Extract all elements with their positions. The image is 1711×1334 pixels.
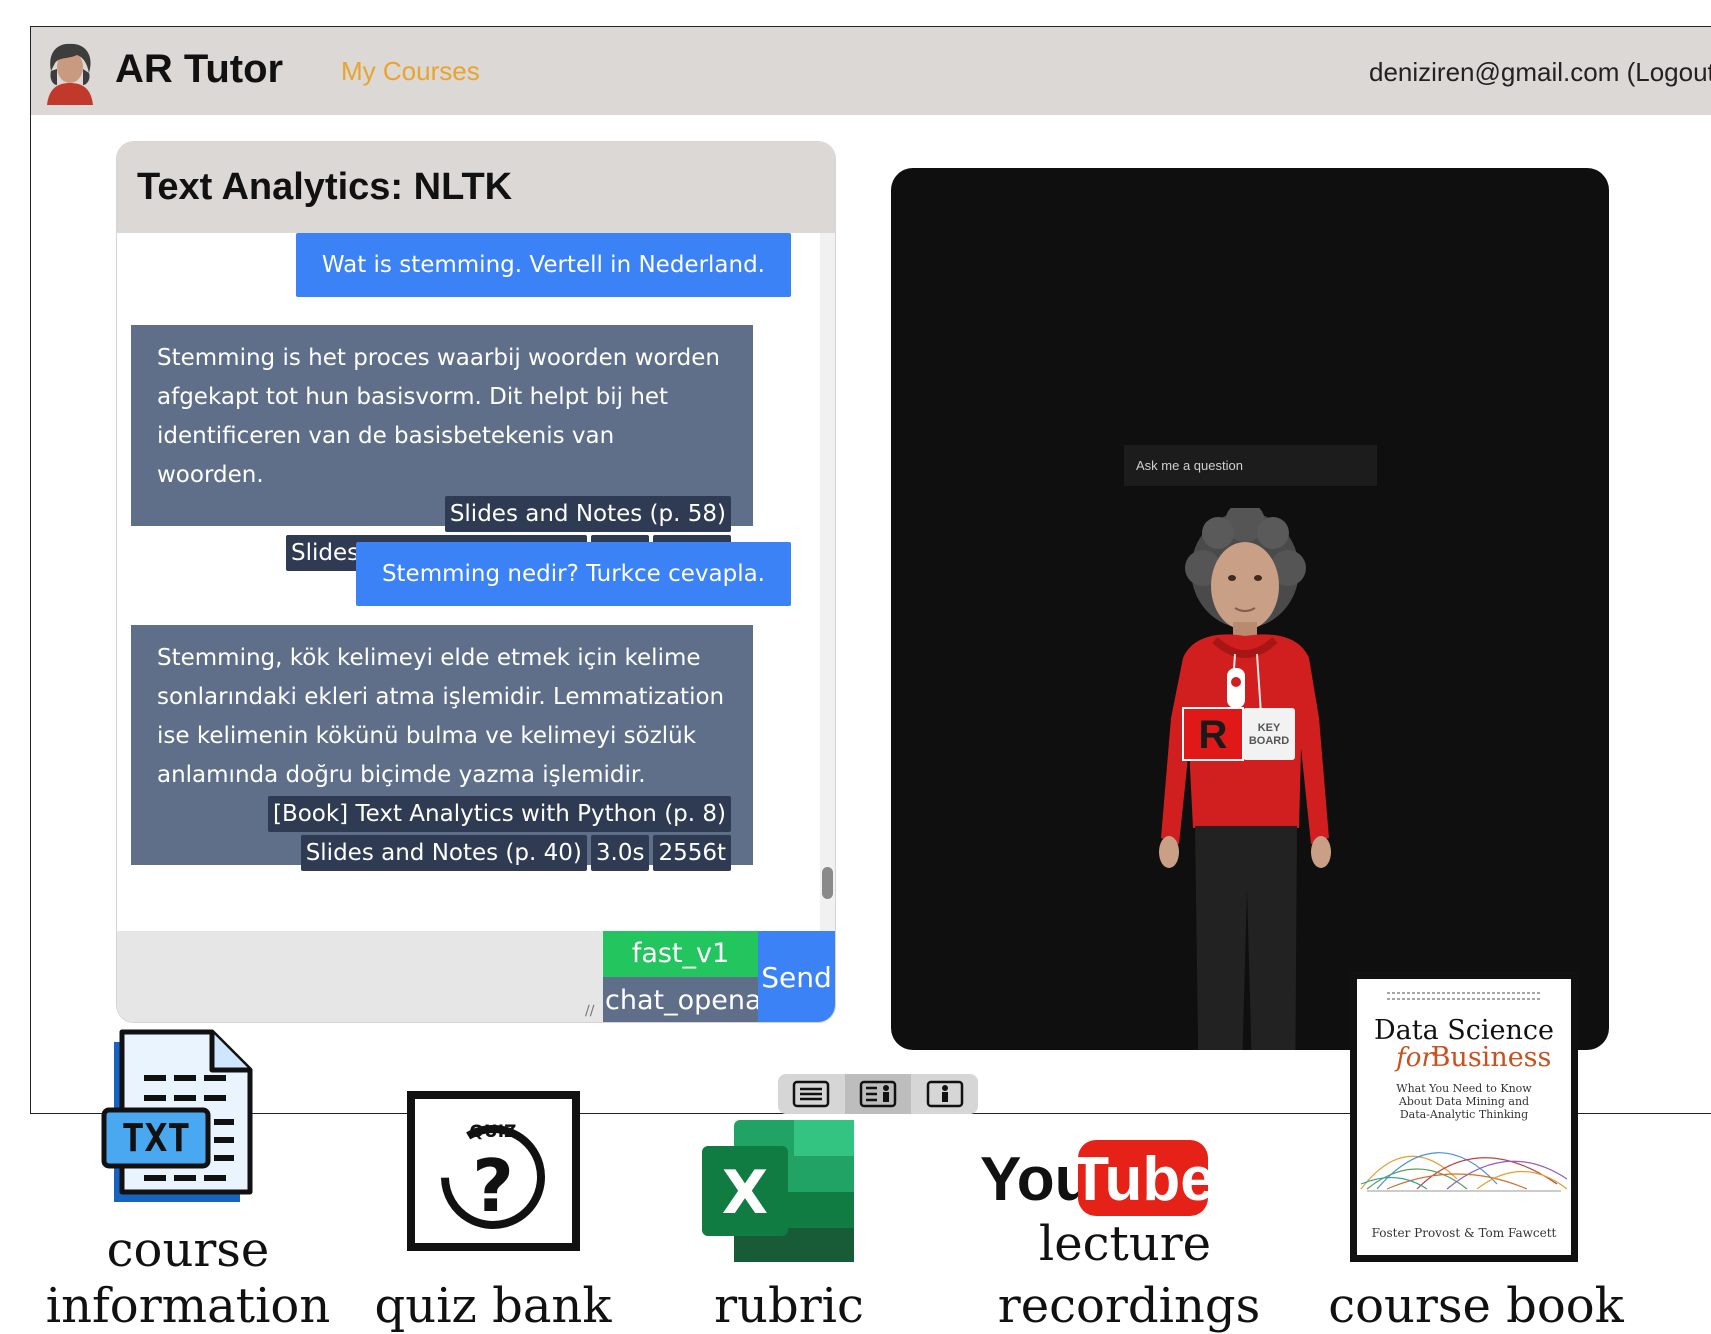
- youtube-tube: Tube: [1071, 1145, 1210, 1214]
- question-mark-icon: ?: [472, 1144, 514, 1228]
- navbar: AR Tutor My Courses deniziren@gmail.com …: [31, 27, 1711, 115]
- model-option-openai[interactable]: chat_openai: [603, 977, 769, 1022]
- user-message: Wat is stemming. Vertell in Nederland.: [295, 233, 791, 297]
- avatar-3d-viewport[interactable]: Ask me a question R KEY BOARD: [891, 168, 1609, 1050]
- tutor-avatar[interactable]: R KEY BOARD: [1123, 508, 1363, 1050]
- text-view-icon[interactable]: [778, 1074, 844, 1114]
- book-cover-arcs: [1360, 1152, 1568, 1190]
- chat-header: Text Analytics: NLTK: [117, 142, 835, 233]
- book-cover-icon[interactable]: Data Science for Business What You Need …: [1350, 972, 1578, 1262]
- txt-file-icon[interactable]: TXT: [100, 1024, 260, 1206]
- youtube-icon[interactable]: You Tube: [978, 1138, 1210, 1218]
- nav-my-courses-link[interactable]: My Courses: [341, 56, 480, 87]
- user-logout-link[interactable]: deniziren@gmail.com (Logout: [1369, 57, 1711, 88]
- message-line: Stemming is het proces waarbij woorden w…: [157, 345, 720, 371]
- brand-title[interactable]: AR Tutor: [115, 47, 283, 92]
- message-line: sonlarındaki ekleri atma işlemidir. Lemm…: [157, 684, 725, 710]
- source-tag[interactable]: Slides and Notes (p. 40): [300, 835, 587, 871]
- keyboard-label: KEY: [1258, 722, 1281, 734]
- model-option-fast[interactable]: fast_v1: [603, 931, 758, 977]
- quiz-label: QUIZ: [470, 1122, 517, 1142]
- chat-composer: ∕∕ fast_v1 chat_openai Send: [117, 931, 835, 1022]
- book-cover-art: Data Science for Business What You Need …: [1360, 992, 1568, 1240]
- assistant-message: Stemming is het proces waarbij woorden w…: [131, 325, 753, 571]
- source-tags: Slides and Notes (p. 40) 3.0s 2556t: [157, 834, 731, 873]
- r-badge-letter: R: [1199, 713, 1228, 757]
- question-input[interactable]: Ask me a question: [1124, 445, 1377, 486]
- excel-letter: X: [722, 1158, 768, 1228]
- book-subtitle: What You Need to Know: [1396, 1082, 1532, 1095]
- token-count-tag: 2556t: [653, 835, 731, 871]
- avatar-logo: [39, 41, 101, 105]
- quiz-bank-label: quiz bank: [374, 1278, 612, 1334]
- book-title-business: Business: [1431, 1042, 1552, 1073]
- book-authors: Foster Provost & Tom Fawcett: [1372, 1226, 1557, 1240]
- lecture-recordings-label: recordings: [997, 1278, 1261, 1334]
- source-tag[interactable]: Slides and Notes (p. 58): [444, 496, 731, 532]
- source-tag[interactable]: [Book] Text Analytics with Python (p. 8): [267, 796, 731, 832]
- chat-panel: Text Analytics: NLTK Wat is stemming. Ve…: [116, 141, 836, 1023]
- assistant-message: Stemming, kök kelimeyi elde etmek için k…: [131, 625, 753, 871]
- message-line: anlamında doğru biçimde yazma işlemidir.: [157, 762, 646, 788]
- message-line: afgekapt tot hun basisvorm. Dit helpt bi…: [157, 384, 669, 410]
- quiz-icon[interactable]: QUIZ ?: [403, 1087, 584, 1255]
- book-title-for: for: [1394, 1043, 1435, 1073]
- lecture-recordings-label: lecture: [1038, 1216, 1212, 1272]
- chat-message-list[interactable]: Wat is stemming. Vertell in Nederland. S…: [117, 233, 822, 931]
- keyboard-label: BOARD: [1249, 735, 1289, 747]
- message-line: Stemming, kök kelimeyi elde etmek için k…: [157, 645, 701, 671]
- source-tags: [Book] Text Analytics with Python (p. 8): [157, 795, 731, 834]
- excel-icon[interactable]: X: [698, 1116, 858, 1266]
- latency-tag: 3.0s: [590, 835, 650, 871]
- book-subtitle: About Data Mining and: [1398, 1095, 1529, 1108]
- resize-handle-icon[interactable]: ∕∕: [585, 1003, 601, 1019]
- course-information-label: information: [45, 1278, 331, 1334]
- course-information-label: course: [106, 1222, 270, 1278]
- source-tags: Slides and Notes (p. 58): [157, 495, 731, 534]
- message-line: identificeren van de basisbetekenis van …: [157, 423, 615, 488]
- split-view-icon[interactable]: [845, 1074, 911, 1114]
- avatar-view-icon[interactable]: [912, 1074, 978, 1114]
- view-switcher: [778, 1074, 978, 1114]
- user-message: Stemming nedir? Turkce cevapla.: [355, 542, 791, 606]
- txt-label: TXT: [122, 1116, 191, 1160]
- book-subtitle: Data-Analytic Thinking: [1400, 1108, 1528, 1121]
- chat-scrollbar-thumb[interactable]: [822, 867, 833, 899]
- message-line: ise kelimenin kökünü bulma ve kelimeyi s…: [157, 723, 697, 749]
- course-book-label: course book: [1328, 1278, 1624, 1334]
- chat-input[interactable]: [117, 931, 603, 1022]
- chat-scrollbar[interactable]: [820, 233, 835, 931]
- send-button[interactable]: Send: [758, 931, 835, 1022]
- rubric-label: rubric: [714, 1278, 864, 1334]
- course-title: Text Analytics: NLTK: [137, 166, 513, 208]
